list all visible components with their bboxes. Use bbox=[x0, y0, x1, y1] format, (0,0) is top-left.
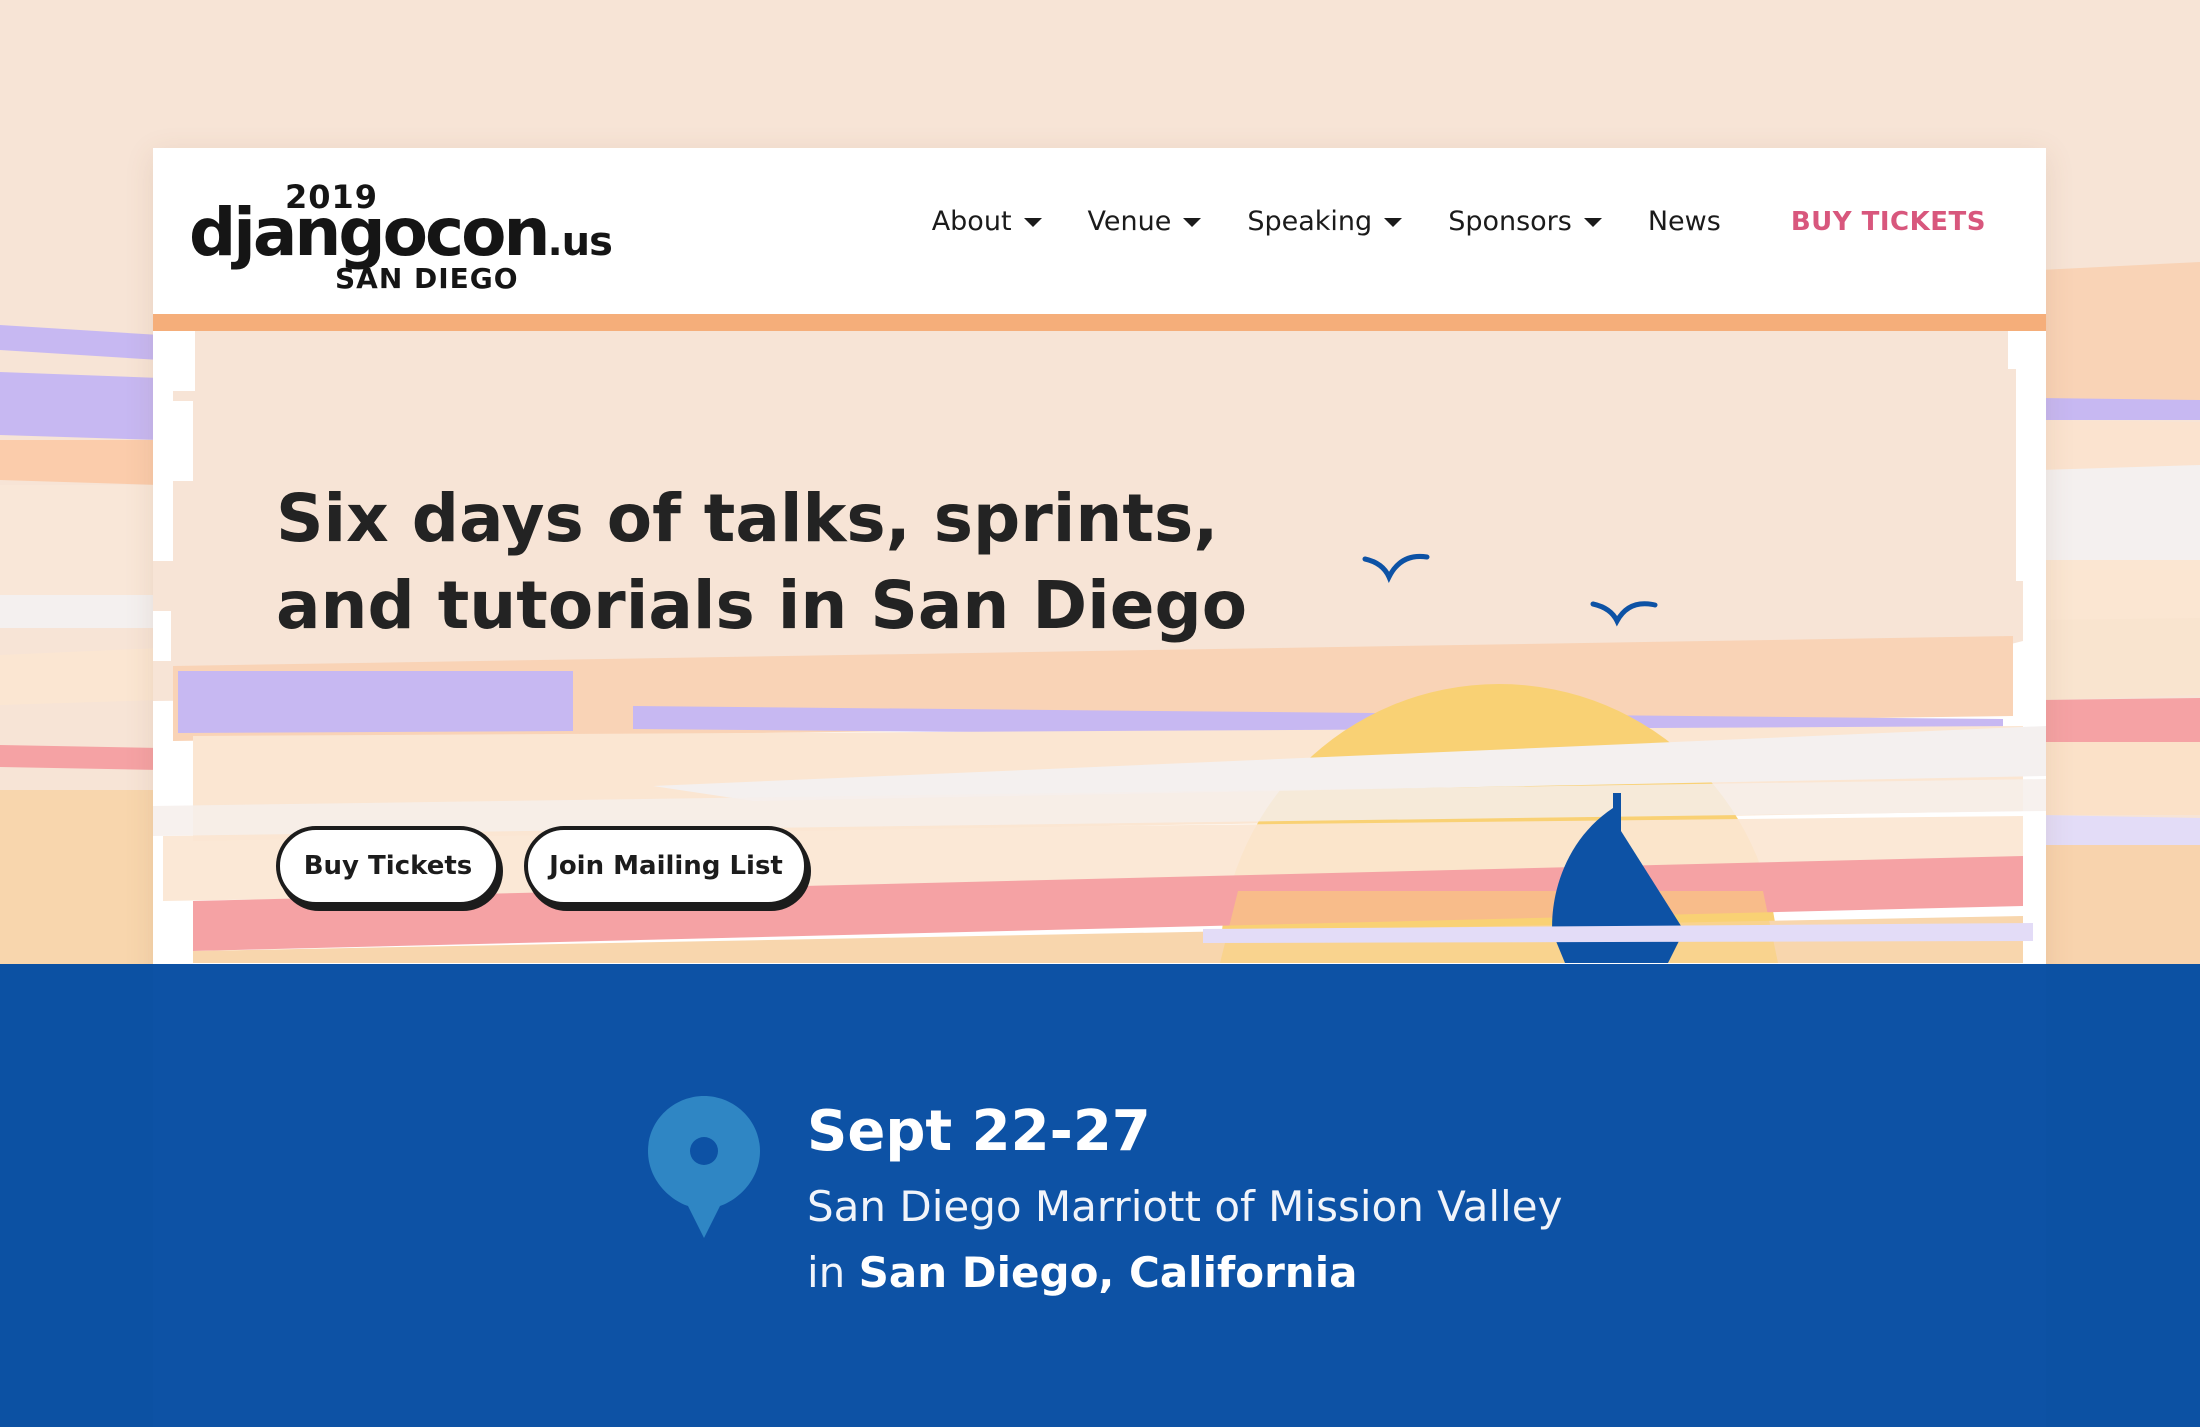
chevron-down-icon bbox=[1384, 218, 1403, 227]
join-mailing-list-button[interactable]: Join Mailing List bbox=[524, 826, 808, 906]
hero-title-line2: and tutorials in San Diego bbox=[276, 567, 1248, 645]
chevron-down-icon bbox=[1183, 218, 1202, 227]
nav-item-speaking[interactable]: Speaking bbox=[1247, 206, 1403, 237]
nav-item-label: Speaking bbox=[1247, 206, 1373, 237]
djangocon-logo[interactable]: 2019 djangocon.us SAN DIEGO bbox=[189, 178, 613, 298]
nav-item-news[interactable]: News bbox=[1648, 206, 1721, 237]
hero-title-line1: Six days of talks, sprints, bbox=[276, 480, 1219, 558]
event-info-section: Sept 22-27 San Diego Marriott of Mission… bbox=[0, 964, 2200, 1427]
chevron-down-icon bbox=[1023, 218, 1042, 227]
nav-item-label: About bbox=[931, 206, 1012, 237]
nav-item-venue[interactable]: Venue bbox=[1088, 206, 1202, 237]
buy-tickets-button[interactable]: Buy Tickets bbox=[276, 826, 500, 906]
nav-item-sponsors[interactable]: Sponsors bbox=[1448, 206, 1602, 237]
hero-section: Six days of talks, sprints, and tutorial… bbox=[153, 331, 2046, 963]
logo-name: djangocon bbox=[189, 194, 550, 271]
logo-wordmark: djangocon.us bbox=[189, 200, 613, 266]
event-city: San Diego, California bbox=[858, 1248, 1358, 1297]
nav-item-label: Venue bbox=[1087, 206, 1172, 237]
event-city-line: in San Diego, California bbox=[807, 1248, 1357, 1297]
logo-suffix: .us bbox=[547, 219, 612, 265]
site-header: 2019 djangocon.us SAN DIEGO About Venue … bbox=[153, 148, 2046, 314]
hero-buttons: Buy Tickets Join Mailing List bbox=[276, 826, 832, 906]
nav-item-about[interactable]: About bbox=[932, 206, 1042, 237]
nav-item-label: Sponsors bbox=[1448, 206, 1572, 237]
nav-item-label: News bbox=[1647, 206, 1721, 237]
event-city-prefix: in bbox=[807, 1248, 846, 1297]
map-pin-icon bbox=[648, 1096, 760, 1238]
event-dates: Sept 22-27 bbox=[807, 1099, 1151, 1164]
header-accent-bar bbox=[153, 314, 2046, 331]
chevron-down-icon bbox=[1583, 218, 1602, 227]
hero-title: Six days of talks, sprints, and tutorial… bbox=[276, 475, 1276, 649]
logo-city: SAN DIEGO bbox=[335, 262, 519, 295]
buy-tickets-nav-link[interactable]: BUY TICKETS bbox=[1791, 207, 1986, 237]
main-nav: About Venue Speaking Sponsors News BUY T… bbox=[886, 206, 1986, 237]
event-venue: San Diego Marriott of Mission Valley bbox=[807, 1182, 1563, 1231]
